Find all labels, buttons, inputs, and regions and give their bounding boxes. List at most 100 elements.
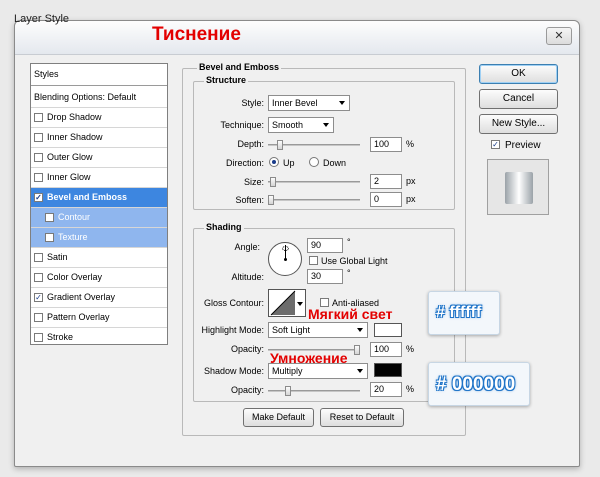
- slider-thumb[interactable]: [268, 195, 274, 205]
- technique-dropdown[interactable]: Smooth: [268, 117, 334, 133]
- depth-input[interactable]: 100: [370, 137, 402, 152]
- highlight-opacity-input[interactable]: 100: [370, 342, 402, 357]
- callout-white-hex: # ffffff: [428, 291, 500, 335]
- technique-label: Technique:: [220, 120, 264, 130]
- shading-title: Shading: [204, 222, 244, 232]
- sidebar-item-gradient-overlay[interactable]: ✓ Gradient Overlay: [31, 288, 167, 308]
- shadow-color-swatch[interactable]: [374, 363, 402, 377]
- chevron-down-icon: [297, 302, 303, 306]
- use-global-light-checkbox[interactable]: [309, 256, 318, 265]
- style-label: Style:: [241, 98, 264, 108]
- bevel-emboss-title: Bevel and Emboss: [197, 62, 282, 72]
- altitude-input[interactable]: 30: [307, 269, 343, 284]
- style-preview: [487, 159, 549, 215]
- sidebar-item-contour[interactable]: Contour: [31, 208, 167, 228]
- checkbox-stroke[interactable]: [34, 333, 43, 342]
- altitude-unit: °: [347, 268, 351, 278]
- slider-track: [268, 181, 360, 183]
- angle-unit: °: [347, 237, 351, 247]
- highlight-color-swatch[interactable]: [374, 323, 402, 337]
- sidebar-item-stroke[interactable]: Stroke: [31, 328, 167, 348]
- contour-curve-icon: [270, 290, 296, 316]
- slider-thumb[interactable]: [276, 140, 283, 150]
- sidebar-item-outer-glow[interactable]: Outer Glow: [31, 148, 167, 168]
- checkbox-inner-shadow[interactable]: [34, 133, 43, 142]
- shadow-opacity-slider[interactable]: [268, 386, 360, 396]
- style-dropdown[interactable]: Inner Bevel: [268, 95, 350, 111]
- slider-thumb[interactable]: [285, 386, 292, 396]
- direction-up-radio[interactable]: [269, 157, 279, 167]
- chevron-down-icon: [339, 101, 345, 105]
- slider-thumb[interactable]: [354, 345, 360, 355]
- gloss-contour-label: Gloss Contour:: [203, 298, 264, 308]
- direction-down-radio[interactable]: [309, 157, 319, 167]
- angle-wheel[interactable]: [268, 242, 302, 276]
- size-unit: px: [406, 176, 416, 186]
- annotation-emboss: Тиснение: [152, 24, 241, 45]
- checkbox-satin[interactable]: [34, 253, 43, 262]
- soften-slider[interactable]: [268, 195, 360, 205]
- close-button[interactable]: ✕: [546, 27, 572, 45]
- sidebar-styles[interactable]: Styles: [31, 64, 167, 86]
- sidebar-item-inner-shadow[interactable]: Inner Shadow: [31, 128, 167, 148]
- checkbox-color-overlay[interactable]: [34, 273, 43, 282]
- direction-up-label: Up: [283, 158, 295, 168]
- checkbox-bevel-emboss[interactable]: ✓: [34, 193, 43, 202]
- checkbox-drop-shadow[interactable]: [34, 113, 43, 122]
- ok-button[interactable]: OK: [479, 64, 558, 84]
- sidebar-blending-options[interactable]: Blending Options: Default: [31, 88, 167, 108]
- highlight-opacity-unit: %: [406, 344, 415, 354]
- reset-to-default-button[interactable]: Reset to Default: [320, 408, 404, 427]
- sidebar-item-texture[interactable]: Texture: [31, 228, 167, 248]
- checkbox-contour[interactable]: [45, 213, 54, 222]
- checkbox-texture[interactable]: [45, 233, 54, 242]
- highlight-mode-label: Highlight Mode:: [201, 325, 264, 335]
- shadow-opacity-unit: %: [406, 384, 415, 394]
- annotation-soft-light: Мягкий свет: [308, 306, 393, 322]
- shadow-mode-dropdown[interactable]: Multiply: [268, 363, 368, 379]
- altitude-label: Altitude:: [231, 272, 264, 282]
- structure-title: Structure: [204, 75, 249, 85]
- sidebar-item-pattern-overlay[interactable]: Pattern Overlay: [31, 308, 167, 328]
- depth-slider[interactable]: [268, 140, 360, 150]
- window-title: Layer Style: [14, 13, 70, 25]
- size-input[interactable]: 2: [370, 174, 402, 189]
- checkbox-pattern-overlay[interactable]: [34, 313, 43, 322]
- shadow-opacity-label: Opacity:: [230, 385, 264, 395]
- size-slider[interactable]: [268, 177, 360, 187]
- sidebar-item-bevel-emboss[interactable]: ✓ Bevel and Emboss: [31, 188, 167, 208]
- shadow-opacity-input[interactable]: 20: [370, 382, 402, 397]
- checkbox-inner-glow[interactable]: [34, 173, 43, 182]
- slider-thumb[interactable]: [269, 177, 276, 187]
- soften-input[interactable]: 0: [370, 192, 402, 207]
- use-global-light-label: Use Global Light: [321, 256, 388, 266]
- new-style-button[interactable]: New Style...: [479, 114, 558, 134]
- sidebar-item-color-overlay[interactable]: Color Overlay: [31, 268, 167, 288]
- make-default-button[interactable]: Make Default: [243, 408, 314, 427]
- checkbox-gradient-overlay[interactable]: ✓: [34, 293, 43, 302]
- gloss-contour-picker[interactable]: [268, 289, 306, 317]
- shadow-mode-label: Shadow Mode:: [203, 366, 264, 376]
- slider-track: [268, 199, 360, 201]
- sidebar-item-drop-shadow[interactable]: Drop Shadow: [31, 108, 167, 128]
- depth-label: Depth:: [237, 139, 264, 149]
- highlight-opacity-label: Opacity:: [230, 344, 264, 354]
- soften-unit: px: [406, 194, 416, 204]
- soften-label: Soften:: [235, 195, 264, 205]
- close-icon: ✕: [554, 30, 564, 42]
- slider-track: [268, 390, 360, 392]
- preview-swatch: [505, 172, 533, 204]
- angle-label: Angle:: [234, 242, 260, 252]
- sidebar-item-satin[interactable]: Satin: [31, 248, 167, 268]
- cancel-button[interactable]: Cancel: [479, 89, 558, 109]
- angle-input[interactable]: 90: [307, 238, 343, 253]
- title-bar: [15, 21, 579, 55]
- callout-black-hex: # 000000: [428, 362, 530, 406]
- preview-checkbox[interactable]: ✓: [491, 140, 500, 149]
- checkbox-outer-glow[interactable]: [34, 153, 43, 162]
- size-label: Size:: [243, 177, 264, 187]
- sidebar-item-inner-glow[interactable]: Inner Glow: [31, 168, 167, 188]
- crosshair-icon: [282, 246, 289, 251]
- highlight-mode-dropdown[interactable]: Soft Light: [268, 322, 368, 338]
- chevron-down-icon: [323, 123, 329, 127]
